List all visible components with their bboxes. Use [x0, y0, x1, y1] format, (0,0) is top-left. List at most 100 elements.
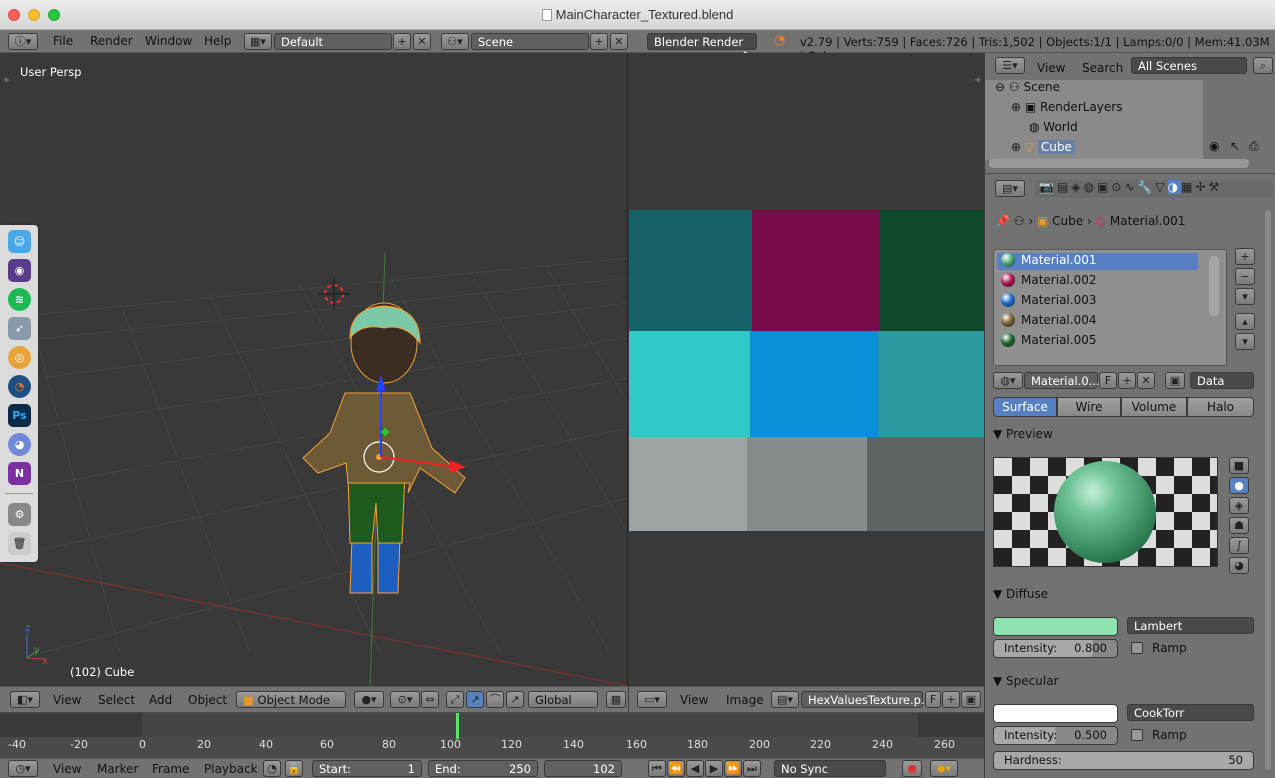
- scene-icon[interactable]: ⚇▾: [441, 33, 469, 50]
- launchpad-icon[interactable]: ➶: [8, 317, 31, 340]
- preview-sphere-icon[interactable]: ●: [1229, 477, 1249, 494]
- onenote-icon[interactable]: N: [8, 462, 31, 485]
- remove-material-slot-icon[interactable]: −: [1235, 268, 1255, 285]
- outliner-display-dropdown[interactable]: All Scenes: [1131, 57, 1247, 74]
- outliner-item-cube[interactable]: ⊕ ▽ Cube: [1011, 140, 1075, 154]
- move-slot-up-icon[interactable]: ▴: [1235, 313, 1255, 330]
- image-menu-image[interactable]: Image: [726, 693, 764, 707]
- editor-type-properties-icon[interactable]: ▤▾: [995, 180, 1025, 197]
- selectable-cursor-icon[interactable]: ↖: [1230, 139, 1240, 153]
- material-link-dropdown[interactable]: Data: [1190, 372, 1254, 389]
- editor-type-timeline-icon[interactable]: ◷▾: [8, 760, 38, 777]
- viewport-shading-icon[interactable]: ●▾: [354, 691, 384, 708]
- menu-render[interactable]: Render: [90, 34, 133, 48]
- menu-file[interactable]: File: [53, 34, 73, 48]
- current-frame-field[interactable]: 102: [544, 760, 622, 777]
- material-name-field[interactable]: Material.0...: [1024, 372, 1100, 389]
- editor-type-image-icon[interactable]: ▭▾: [637, 691, 667, 708]
- timeline-menu-view[interactable]: View: [53, 762, 81, 776]
- diffuse-panel-header[interactable]: ▼ Diffuse: [993, 587, 1255, 609]
- jump-keyframe-forward-icon[interactable]: ⏩: [724, 760, 742, 777]
- timeline-menu-marker[interactable]: Marker: [97, 762, 138, 776]
- image-name-field[interactable]: HexValuesTexture.p...: [801, 691, 932, 708]
- outliner-menu-view[interactable]: View: [1037, 61, 1065, 75]
- screen-layout-field[interactable]: Default: [274, 33, 392, 50]
- outliner-search-icon[interactable]: ⌕: [1253, 57, 1273, 74]
- preview-hair-icon[interactable]: ∫: [1229, 537, 1249, 554]
- tab-halo[interactable]: Halo: [1187, 397, 1254, 417]
- image-browse-icon[interactable]: ▤▾: [771, 691, 799, 708]
- play-icon[interactable]: ▶: [705, 760, 723, 777]
- start-frame-field[interactable]: Start: 1: [312, 760, 422, 777]
- pin-icon[interactable]: 📌: [995, 214, 1010, 228]
- image-fake-user-button[interactable]: F: [925, 691, 941, 708]
- node-toggle-icon[interactable]: ▣: [1165, 372, 1185, 389]
- editor-type-info-icon[interactable]: ⓘ▾: [8, 33, 38, 50]
- specular-intensity-slider[interactable]: Intensity: 0.500: [993, 726, 1118, 745]
- preview-range-icon[interactable]: ◔: [263, 760, 281, 777]
- discord-icon[interactable]: ◕: [8, 433, 31, 456]
- tab-surface[interactable]: Surface: [993, 397, 1057, 417]
- material-browse-icon[interactable]: ◍▾: [993, 372, 1023, 389]
- jump-end-icon[interactable]: ⏭: [743, 760, 761, 777]
- end-frame-field[interactable]: End: 250: [428, 760, 538, 777]
- new-image-icon[interactable]: +: [942, 691, 960, 708]
- add-scene-icon[interactable]: +: [590, 33, 608, 50]
- material-slot-item[interactable]: Material.005: [999, 333, 1199, 353]
- viewport-menu-view[interactable]: View: [53, 693, 81, 707]
- material-fake-user-button[interactable]: F: [1099, 372, 1117, 389]
- area-split-icon[interactable]: +: [2, 75, 10, 86]
- outliner-menu-search[interactable]: Search: [1082, 61, 1123, 75]
- character-model[interactable]: [302, 302, 466, 594]
- editor-type-3d-icon[interactable]: ◧▾: [10, 691, 40, 708]
- record-icon[interactable]: ●: [902, 760, 922, 777]
- app-icon[interactable]: ⚙: [8, 503, 31, 526]
- material-slot-item[interactable]: Material.001: [999, 253, 1199, 273]
- trash-icon[interactable]: 🗑: [8, 532, 31, 555]
- outliner-item-renderlayers[interactable]: ⊕ ▣ RenderLayers: [1011, 100, 1122, 114]
- manipulator-toggle-icon[interactable]: ⇔: [421, 691, 439, 708]
- layers-icon[interactable]: ▦: [606, 691, 626, 708]
- move-slot-down-icon[interactable]: ▾: [1235, 333, 1255, 350]
- menu-help[interactable]: Help: [204, 34, 231, 48]
- blender-app-icon[interactable]: ◔: [8, 375, 31, 398]
- sync-mode-dropdown[interactable]: No Sync: [774, 760, 886, 777]
- material-slot-item[interactable]: Material.004: [999, 313, 1199, 333]
- keying-set-icon[interactable]: ◆▾: [930, 760, 958, 777]
- preview-plane-icon[interactable]: ■: [1229, 457, 1249, 474]
- open-image-icon[interactable]: ▣: [961, 691, 981, 708]
- jump-start-icon[interactable]: ⏮: [648, 760, 666, 777]
- outliner[interactable]: ☰▾ View Search All Scenes ⌕ ⊖ ⚇ Scene ⊕ …: [985, 53, 1275, 173]
- render-engine-dropdown[interactable]: Blender Render⇕: [647, 33, 757, 63]
- preview-cube-icon[interactable]: ◈: [1229, 497, 1249, 514]
- diffuse-color-swatch[interactable]: [993, 617, 1118, 636]
- add-layout-icon[interactable]: +: [393, 33, 411, 50]
- properties-scrollbar[interactable]: [1265, 210, 1271, 770]
- viewport-menu-select[interactable]: Select: [98, 693, 135, 707]
- specular-color-swatch[interactable]: [993, 704, 1118, 723]
- github-icon[interactable]: ◉: [8, 259, 31, 282]
- outliner-scrollbar[interactable]: [989, 159, 1249, 168]
- scale-manipulator-icon[interactable]: ⌒: [486, 691, 504, 708]
- transform-orientation-dropdown[interactable]: Global: [528, 691, 598, 708]
- timeline-menu-frame[interactable]: Frame: [152, 762, 189, 776]
- material-slot-item[interactable]: Material.002: [999, 273, 1199, 293]
- diffuse-shader-dropdown[interactable]: Lambert: [1127, 617, 1254, 634]
- photoshop-icon[interactable]: Ps: [8, 404, 31, 427]
- finder-icon[interactable]: ☺: [8, 230, 31, 253]
- specular-hardness-field[interactable]: Hardness: 50: [993, 751, 1254, 770]
- material-list-scrollbar[interactable]: [1209, 256, 1219, 316]
- diffuse-intensity-slider[interactable]: Intensity: 0.800: [993, 639, 1118, 658]
- image-editor[interactable]: +: [629, 53, 984, 686]
- translate-manipulator-icon[interactable]: ⤢: [446, 691, 464, 708]
- specular-shader-dropdown[interactable]: CookTorr: [1127, 704, 1254, 721]
- play-reverse-icon[interactable]: ◀: [686, 760, 704, 777]
- transform-manipulator-icon[interactable]: ↗: [506, 691, 524, 708]
- spotify-icon[interactable]: ≋: [8, 288, 31, 311]
- current-frame-indicator[interactable]: [456, 713, 459, 739]
- diffuse-ramp-checkbox[interactable]: [1131, 642, 1143, 654]
- new-material-icon[interactable]: +: [1118, 372, 1136, 389]
- screen-layout-icon[interactable]: ▦▾: [244, 33, 272, 50]
- preview-sky-icon[interactable]: ◕: [1229, 557, 1249, 574]
- add-material-slot-icon[interactable]: +: [1235, 248, 1255, 265]
